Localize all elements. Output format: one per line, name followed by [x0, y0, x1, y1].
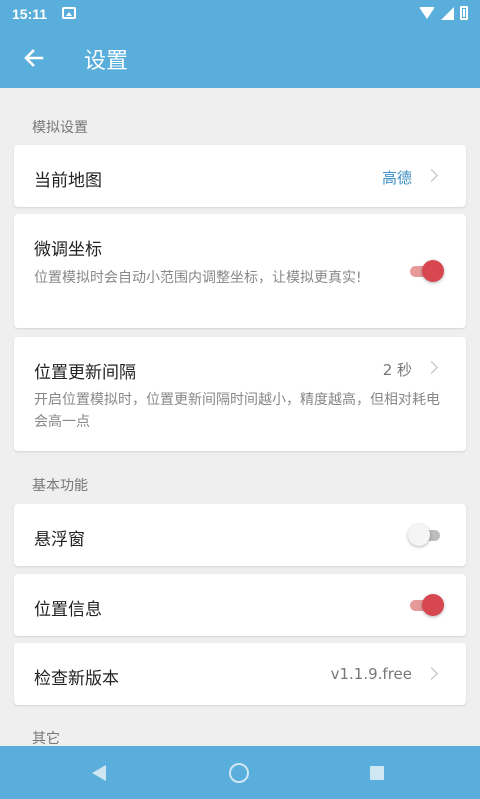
battery-icon — [460, 6, 468, 20]
current-map-value: 高德 — [381, 169, 412, 187]
setting-description: 位置模拟时会自动小范围内调整坐标，让模拟更真实! — [34, 270, 362, 286]
back-arrow-svg — [24, 49, 44, 67]
fine-tune-toggle[interactable] — [408, 260, 444, 282]
setting-label: 微调坐标 — [34, 240, 102, 260]
setting-location-info[interactable]: 位置信息 — [14, 574, 466, 636]
setting-check-update[interactable]: 检查新版本 v1.1.9.free — [14, 643, 466, 705]
app-bar: 设置 — [0, 28, 480, 88]
status-time: 15:11 — [12, 6, 48, 22]
chevron-right-icon — [425, 361, 438, 374]
setting-label: 检查新版本 — [34, 669, 119, 689]
setting-label: 悬浮窗 — [34, 530, 85, 550]
setting-description: 开启位置模拟时，位置更新间隔时间越小，精度越高，但相对耗电会高一点 — [34, 392, 440, 430]
page-title: 设置 — [84, 49, 129, 74]
toggle-thumb — [408, 524, 430, 546]
toggle-thumb — [422, 260, 444, 282]
system-nav-bar — [0, 746, 480, 799]
setting-label: 位置信息 — [34, 600, 102, 620]
setting-current-map[interactable]: 当前地图 高德 — [14, 145, 466, 207]
setting-label: 位置更新间隔 — [34, 363, 136, 383]
nav-home-icon[interactable] — [229, 763, 249, 783]
settings-list[interactable]: 模拟设置 当前地图 高德 微调坐标 位置模拟时会自动小范围内调整坐标，让模拟更真… — [0, 88, 480, 746]
nav-recents-icon[interactable] — [370, 766, 384, 780]
section-title-other: 其它 — [32, 731, 60, 746]
section-title-basic: 基本功能 — [32, 478, 88, 494]
chevron-right-icon — [425, 667, 438, 680]
location-info-toggle[interactable] — [408, 594, 444, 616]
app-version-value: v1.1.9.free — [330, 665, 412, 683]
cell-signal-icon — [441, 6, 454, 20]
update-interval-value: 2 秒 — [382, 361, 412, 379]
status-bar: 15:11 — [0, 0, 480, 28]
toggle-thumb — [422, 594, 444, 616]
setting-floating-window[interactable]: 悬浮窗 — [14, 504, 466, 566]
setting-label: 当前地图 — [34, 171, 102, 191]
setting-fine-tune[interactable]: 微调坐标 位置模拟时会自动小范围内调整坐标，让模拟更真实! — [14, 214, 466, 328]
wifi-icon — [419, 7, 435, 19]
status-icons — [419, 6, 468, 20]
setting-update-interval[interactable]: 位置更新间隔 2 秒 开启位置模拟时，位置更新间隔时间越小，精度越高，但相对耗电… — [14, 337, 466, 451]
back-arrow-icon[interactable] — [18, 42, 50, 74]
nav-back-icon[interactable] — [92, 765, 106, 781]
chevron-right-icon — [425, 169, 438, 182]
image-notification-icon — [62, 7, 76, 19]
floating-window-toggle[interactable] — [408, 524, 444, 546]
section-title-simulation: 模拟设置 — [32, 120, 88, 136]
